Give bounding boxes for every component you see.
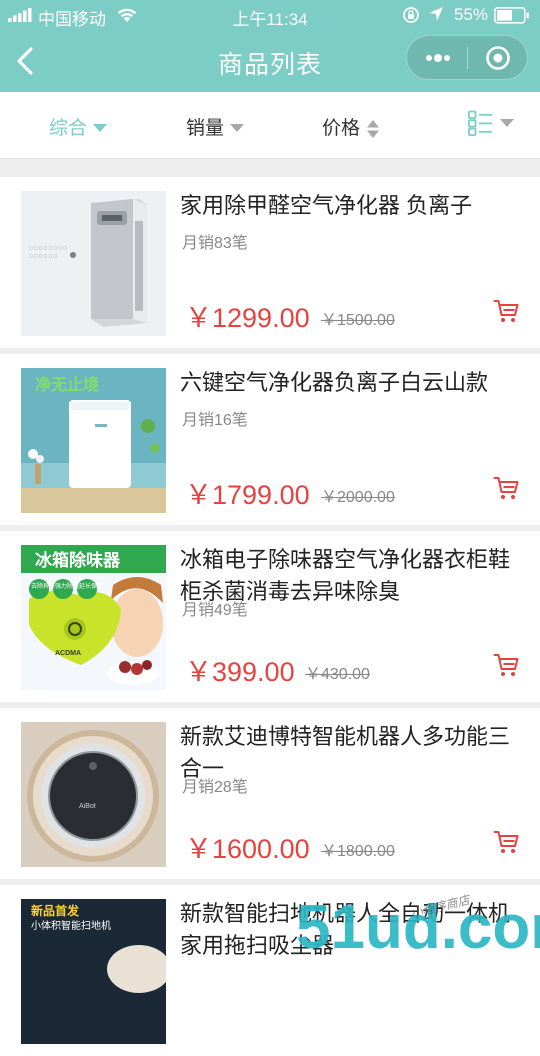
product-card[interactable]: 冰箱除味器 ACDMA 去除异味 强力除菌 延长保鲜 冰箱电子除味器空气净化器衣… — [0, 531, 540, 702]
product-original-price: ￥2000.00 — [321, 489, 395, 506]
close-target-icon[interactable] — [485, 45, 511, 71]
layout-toggle[interactable] — [468, 110, 514, 137]
product-sales: 月销16笔 — [182, 412, 248, 429]
image-banner-text: 冰箱除味器 — [35, 550, 121, 570]
navigation-bar: 商品列表 — [0, 30, 540, 92]
product-image[interactable]: 净无止境 — [21, 368, 166, 513]
svg-text:▢ ▢ ▢ ▢ ▢ ▢: ▢ ▢ ▢ ▢ ▢ ▢ — [29, 253, 57, 258]
miniprogram-capsule — [406, 35, 528, 80]
shopping-cart-icon[interactable] — [493, 298, 519, 324]
watermark-text: 51ud.com — [296, 893, 540, 960]
filter-composite[interactable]: 综合 — [49, 113, 108, 140]
product-price: ￥1600.00 — [185, 834, 310, 864]
image-sub-text: 小体积智能扫地机 — [31, 919, 111, 932]
svg-text:AiBot: AiBot — [79, 803, 96, 810]
product-image[interactable]: 新品首发 小体积智能扫地机 — [21, 899, 166, 1044]
product-name: 六键空气净化器负离子白云山款 — [180, 370, 489, 395]
caret-down-icon — [230, 124, 245, 133]
site-watermark: 51ud.com 小程序商店 — [296, 892, 540, 960]
shopping-cart-icon[interactable] — [493, 829, 519, 855]
product-card[interactable]: AiBot 新款艾迪博特智能机器人多功能三合一 月销28笔 ￥1600.00 ￥… — [0, 708, 540, 879]
product-image[interactable]: AiBot — [21, 722, 166, 867]
product-original-price: ￥1500.00 — [321, 312, 395, 329]
shopping-cart-icon[interactable] — [493, 475, 519, 501]
filter-sales[interactable]: 销量 — [186, 113, 245, 140]
image-banner-text: 净无止境 — [35, 375, 99, 394]
image-tag-text: 强力除菌 — [55, 582, 79, 590]
status-bar: 中国移动 上午11:34 55% — [0, 0, 540, 30]
product-name: 家用除甲醛空气净化器 负离子 — [180, 193, 473, 218]
product-sales: 月销49笔 — [182, 602, 248, 619]
product-card[interactable]: ▢ ▢ ▢ ▢ ▢ ▢ ▢ ▢ ▢ ▢ ▢ ▢ ▢ ▢ 家用除甲醛空气净化器 负… — [0, 177, 540, 348]
filter-price-label: 价格 — [322, 118, 361, 139]
product-price: ￥1799.00 — [185, 480, 310, 510]
product-sales: 月销28笔 — [182, 779, 248, 796]
location-arrow-icon — [429, 7, 443, 21]
shopping-cart-icon[interactable] — [493, 652, 519, 678]
more-dots-icon[interactable] — [421, 47, 455, 69]
product-sales: 月销83笔 — [182, 235, 248, 252]
filter-sales-label: 销量 — [186, 118, 225, 139]
image-banner-text: 新品首发 — [31, 903, 80, 918]
caret-down-icon — [93, 124, 108, 133]
filter-price[interactable]: 价格 — [322, 113, 380, 140]
image-tag-text: 去除异味 — [31, 582, 55, 590]
battery-percent: 55% — [454, 5, 489, 24]
product-price: ￥399.00 — [185, 657, 295, 687]
product-image[interactable]: ▢ ▢ ▢ ▢ ▢ ▢ ▢ ▢ ▢ ▢ ▢ ▢ ▢ ▢ — [21, 191, 166, 336]
product-image[interactable]: 冰箱除味器 ACDMA 去除异味 强力除菌 延长保鲜 — [21, 545, 166, 690]
list-grid-icon — [468, 110, 492, 137]
rotation-lock-icon — [403, 7, 419, 23]
image-brand-text: ACDMA — [55, 650, 81, 657]
product-price: ￥1299.00 — [185, 303, 310, 333]
filter-bar: 综合 销量 价格 — [0, 92, 540, 159]
svg-text:▢ ▢ ▢ ▢ ▢ ▢ ▢ ▢: ▢ ▢ ▢ ▢ ▢ ▢ ▢ ▢ — [29, 245, 67, 250]
product-original-price: ￥430.00 — [305, 666, 370, 683]
product-original-price: ￥1800.00 — [321, 843, 395, 860]
product-card[interactable]: 净无止境 六键空气净化器负离子白云山款 月销16笔 ￥1799.00 ￥2000… — [0, 354, 540, 525]
sort-up-down-icon — [367, 119, 380, 138]
caret-down-icon — [500, 118, 514, 127]
capsule-divider — [467, 47, 468, 69]
battery-icon — [494, 7, 529, 24]
image-tag-text: 延长保鲜 — [79, 582, 103, 590]
filter-composite-label: 综合 — [49, 118, 88, 139]
